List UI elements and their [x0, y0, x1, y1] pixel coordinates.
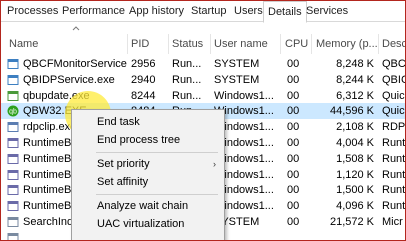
tab-users[interactable]: Users	[230, 1, 267, 21]
menu-item-set-priority[interactable]: Set priority ›	[72, 155, 224, 173]
cell-status: Run...	[172, 89, 202, 102]
column-divider[interactable]	[311, 34, 312, 54]
column-divider[interactable]	[280, 34, 281, 54]
sort-ascending-icon	[72, 26, 80, 31]
cell-memory	[313, 230, 374, 240]
process-icon	[7, 138, 19, 148]
cell-cpu: 00	[287, 168, 300, 181]
cell-cpu: 00	[287, 121, 300, 134]
column-divider[interactable]	[168, 34, 169, 54]
cell-description: Runt	[382, 152, 406, 165]
cell-cpu: 00	[287, 152, 300, 165]
cell-description: Runt	[382, 137, 406, 149]
quickbooks-icon: qb	[7, 105, 19, 117]
cell-pid: 8244	[131, 89, 156, 102]
column-user-name[interactable]: User name	[214, 34, 268, 54]
cell-pid: 2940	[131, 73, 156, 86]
cell-status: Run...	[172, 73, 202, 86]
column-divider[interactable]	[210, 34, 211, 54]
tab-performance[interactable]: Performance	[58, 1, 129, 21]
cell-name: QBIDPService.exe	[23, 73, 115, 86]
cell-description: RDP	[382, 121, 406, 134]
cell-pid: 2956	[131, 58, 156, 70]
menu-item-end-task[interactable]: End task	[72, 113, 224, 131]
cell-description: Micr	[382, 216, 403, 228]
cell-user-name: SYSTEM	[214, 73, 260, 86]
tab-bar: Processes Performance App history Startu…	[1, 1, 405, 23]
cell-memory: 1,508 K	[336, 152, 374, 165]
cell-status: Run...	[172, 58, 202, 70]
cell-description	[382, 230, 405, 240]
menu-separator	[96, 152, 218, 153]
column-pid[interactable]: PID	[131, 34, 149, 54]
column-status[interactable]: Status	[172, 34, 203, 54]
context-menu: End task End process tree Set priority › …	[71, 109, 225, 240]
menu-item-end-process-tree[interactable]: End process tree	[72, 131, 224, 149]
process-icon	[7, 232, 19, 240]
cell-cpu	[287, 230, 309, 240]
process-icon	[7, 90, 19, 101]
tab-processes[interactable]: Processes	[3, 1, 62, 21]
column-name[interactable]: Name	[9, 34, 38, 54]
cell-memory: 21,572 K	[329, 216, 374, 228]
column-divider[interactable]	[127, 34, 128, 54]
column-header: Name PID Status User name CPU Memory (p.…	[1, 34, 405, 54]
process-icon	[7, 59, 19, 69]
tab-app-history[interactable]: App history	[125, 1, 188, 21]
process-icon	[7, 122, 19, 133]
cell-description: QBIC	[382, 73, 405, 86]
column-divider[interactable]	[378, 34, 379, 54]
tab-details[interactable]: Details	[263, 1, 307, 23]
svg-text:qb: qb	[9, 109, 17, 116]
cell-memory: 44,596 K	[329, 105, 374, 118]
cell-description: Runt	[382, 184, 406, 197]
column-memory[interactable]: Memory (p...	[316, 34, 378, 54]
cell-name: QBCFMonitorService...	[23, 58, 127, 70]
tab-services[interactable]: Services	[302, 1, 352, 21]
cell-memory: 6,312 K	[336, 89, 374, 102]
cell-memory: 4,096 K	[336, 200, 374, 213]
cell-description: Quic	[382, 89, 405, 102]
task-manager-window: Processes Performance App history Startu…	[0, 0, 406, 241]
table-row[interactable]: QBIDPService.exe 2940 Run... SYSTEM 00 8,244 …	[1, 72, 405, 88]
cell-cpu: 00	[287, 89, 300, 102]
cell-user-name: SYSTEM	[214, 58, 260, 70]
cell-description: Runt	[382, 200, 406, 213]
table-row[interactable]: QBCFMonitorService... 2956 Run... SYSTEM 00 8…	[1, 56, 405, 72]
menu-item-uac-virtualization[interactable]: UAC virtualization	[72, 215, 224, 233]
menu-item-analyze-wait-chain[interactable]: Analyze wait chain	[72, 197, 224, 215]
cell-description: Runt	[382, 168, 406, 181]
cell-description: QBC	[382, 58, 406, 70]
process-icon	[7, 185, 19, 196]
cell-cpu: 00	[287, 200, 300, 213]
menu-separator	[96, 194, 218, 195]
cell-memory: 8,244 K	[336, 73, 374, 86]
cell-user-name: Windows1...	[214, 89, 274, 102]
tab-startup[interactable]: Startup	[187, 1, 230, 21]
submenu-arrow-icon: ›	[213, 159, 216, 169]
cell-cpu: 00	[287, 73, 300, 86]
menu-item-set-affinity[interactable]: Set affinity	[72, 173, 224, 191]
column-description[interactable]: Desc	[382, 34, 405, 54]
cell-memory: 8,248 K	[336, 58, 374, 70]
column-cpu[interactable]: CPU	[285, 34, 308, 54]
cell-memory: 1,500 K	[336, 184, 374, 197]
process-icon	[7, 74, 19, 85]
table-row[interactable]: qbupdate.exe 8244 Run... Windows1... 00 6,312…	[1, 88, 405, 104]
process-icon	[7, 217, 19, 227]
cell-cpu: 00	[287, 216, 300, 228]
cell-description: Quic	[382, 105, 405, 118]
cell-cpu: 00	[287, 58, 300, 70]
cell-memory: 1,120 K	[336, 168, 374, 181]
cell-cpu: 00	[287, 184, 300, 197]
cell-memory: 2,108 K	[336, 121, 374, 134]
cell-cpu: 00	[287, 137, 300, 149]
cell-cpu: 00	[287, 105, 300, 118]
cell-memory: 4,004 K	[336, 137, 374, 149]
process-icon	[7, 169, 19, 180]
process-icon	[7, 153, 19, 164]
process-icon	[7, 201, 19, 212]
